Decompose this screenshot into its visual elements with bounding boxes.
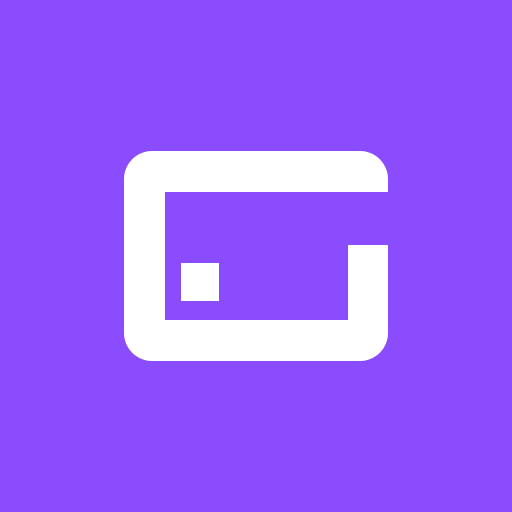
logo-frame xyxy=(124,151,388,361)
card-wallet-logo-icon xyxy=(124,151,388,361)
logo-chip xyxy=(181,263,219,301)
app-icon-canvas xyxy=(0,0,512,512)
